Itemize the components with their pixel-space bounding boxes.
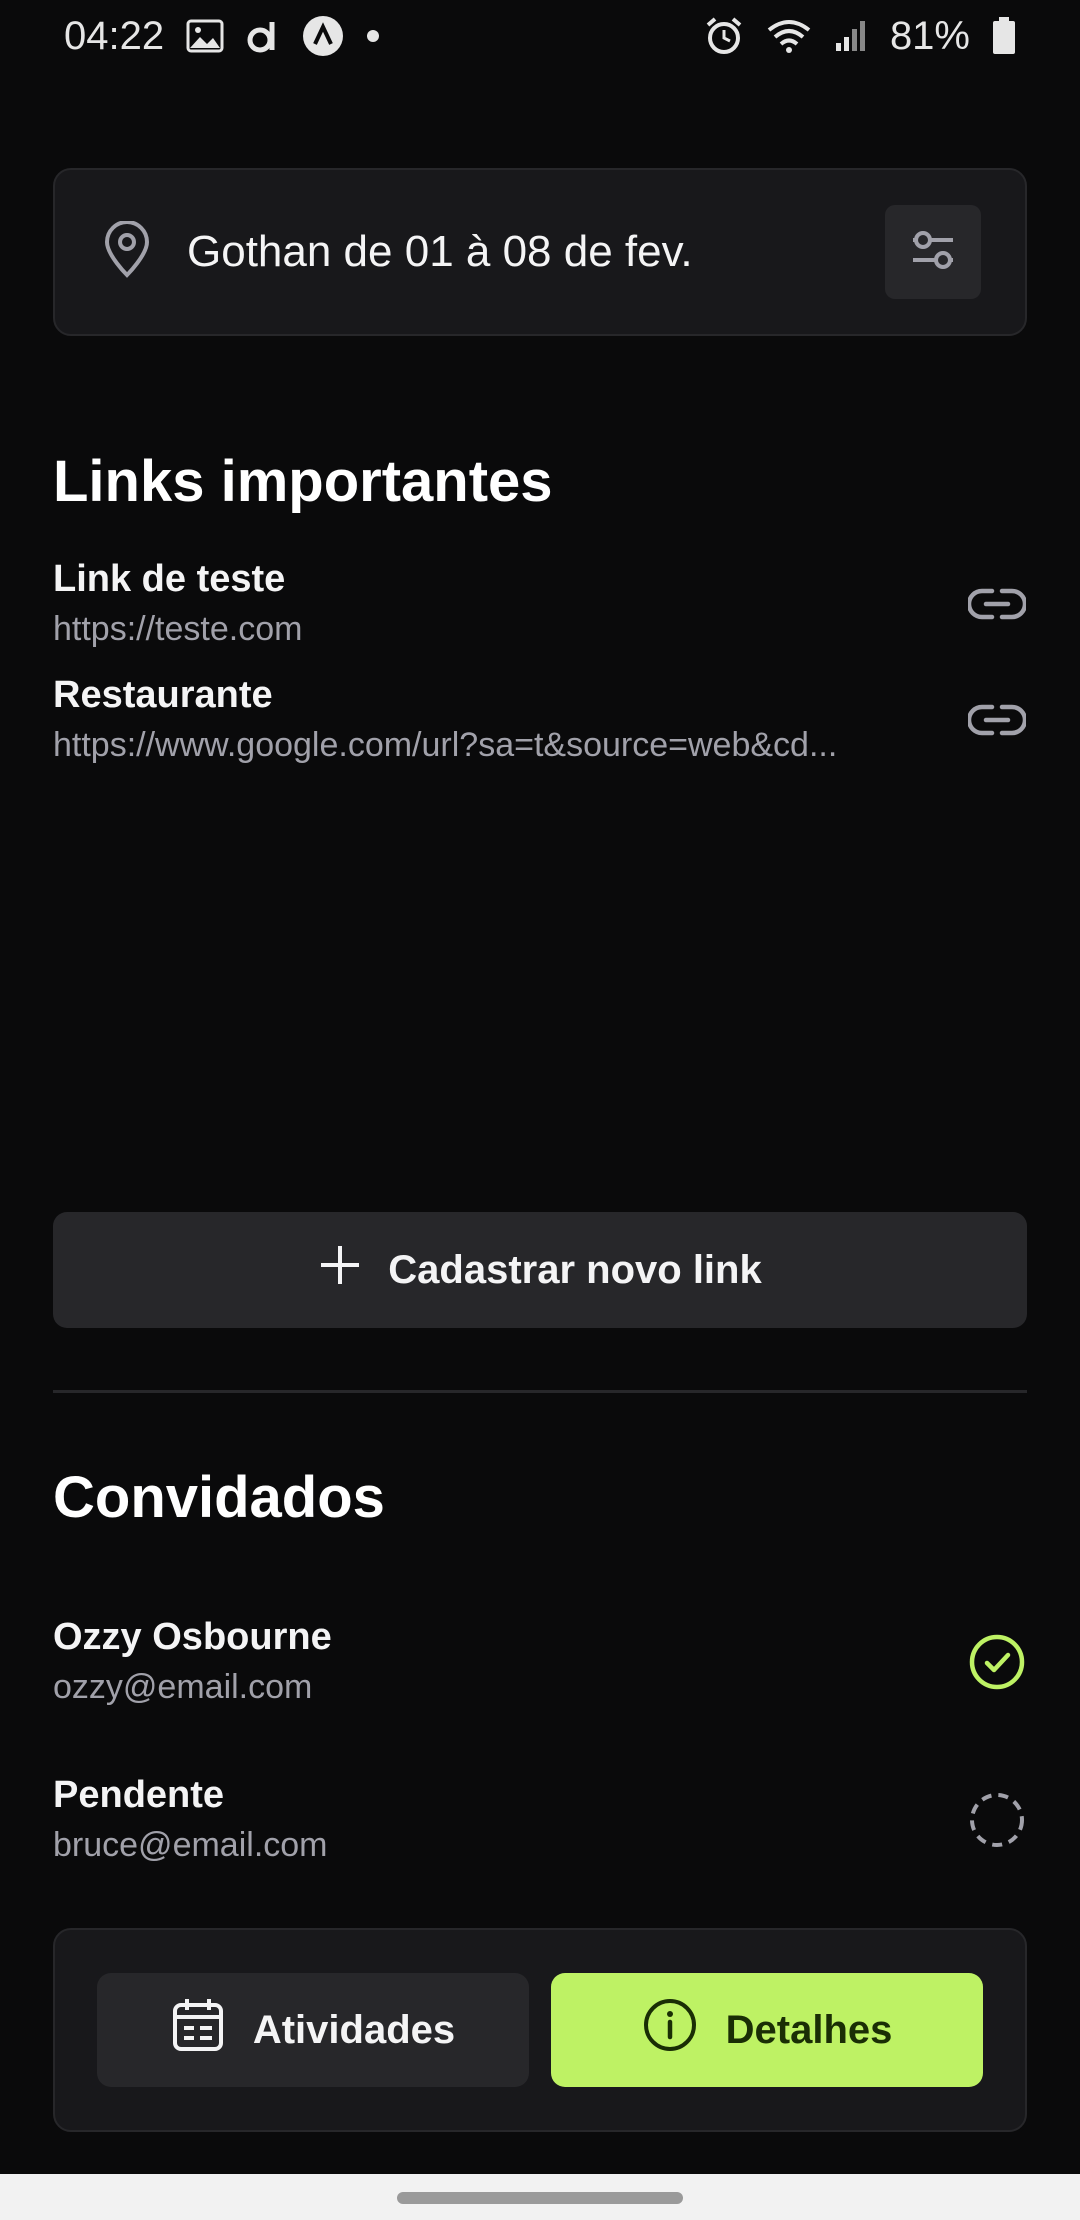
guest-name: Ozzy Osbourne	[53, 1616, 332, 1658]
alarm-icon	[704, 16, 744, 56]
guest-item[interactable]: Pendente bruce@email.com	[53, 1770, 1027, 1870]
link-item-text: Restaurante https://www.google.com/url?s…	[53, 670, 933, 770]
app-d-icon	[246, 18, 280, 54]
battery-icon	[992, 17, 1016, 55]
link-icon[interactable]	[967, 690, 1027, 750]
status-bar-right: 81%	[704, 14, 1016, 59]
link-title: Link de teste	[53, 558, 286, 600]
guest-name: Pendente	[53, 1774, 225, 1816]
battery-percent: 81%	[889, 13, 970, 58]
link-item[interactable]: Restaurante https://www.google.com/url?s…	[53, 670, 1027, 770]
details-label: Detalhes	[725, 2007, 893, 2052]
trip-settings-button[interactable]	[885, 205, 981, 299]
check-circle-icon	[967, 1632, 1027, 1692]
sliders-icon	[909, 228, 957, 277]
calendar-icon	[171, 1997, 225, 2063]
map-pin-icon	[101, 219, 153, 284]
activities-label: Atividades	[252, 2007, 456, 2052]
status-bar-left: 04:22	[64, 14, 380, 59]
guest-item-text: Ozzy Osbourne ozzy@email.com	[53, 1612, 933, 1712]
guest-item[interactable]: Ozzy Osbourne ozzy@email.com	[53, 1612, 1027, 1712]
dot-icon	[366, 29, 380, 43]
links-section-title: Links importantes	[53, 449, 553, 514]
status-time: 04:22	[64, 13, 165, 58]
link-item[interactable]: Link de teste https://teste.com	[53, 554, 1027, 654]
link-item-text: Link de teste https://teste.com	[53, 554, 933, 654]
link-url: https://www.google.com/url?sa=t&source=w…	[53, 726, 838, 764]
bottom-navigation: Atividades Detalhes	[53, 1928, 1027, 2132]
add-link-button[interactable]: Cadastrar novo link	[53, 1212, 1027, 1328]
guest-email: ozzy@email.com	[53, 1668, 313, 1706]
link-title: Restaurante	[53, 674, 273, 716]
section-divider	[53, 1390, 1027, 1393]
info-icon	[642, 1997, 698, 2063]
image-icon	[186, 19, 224, 53]
guest-item-text: Pendente bruce@email.com	[53, 1770, 933, 1870]
details-tab-button[interactable]: Detalhes	[551, 1973, 983, 2087]
wifi-icon	[766, 18, 812, 54]
guest-email: bruce@email.com	[53, 1826, 328, 1864]
pending-circle-icon	[967, 1790, 1027, 1850]
trip-details-screen: 04:22 81% Gothan de 01 à 08 de fev. Link…	[0, 0, 1080, 2220]
link-url: https://teste.com	[53, 610, 303, 648]
home-gesture-bar[interactable]	[397, 2192, 683, 2204]
status-bar: 04:22 81%	[0, 0, 1080, 72]
signal-icon	[834, 19, 868, 53]
trip-destination-text: Gothan de 01 à 08 de fev.	[187, 227, 693, 276]
app-a-icon	[302, 15, 344, 57]
plus-icon	[318, 1243, 362, 1297]
link-icon[interactable]	[967, 574, 1027, 634]
add-link-label: Cadastrar novo link	[388, 1247, 762, 1292]
activities-tab-button[interactable]: Atividades	[97, 1973, 529, 2087]
guests-section-title: Convidados	[53, 1465, 385, 1530]
trip-header-card: Gothan de 01 à 08 de fev.	[53, 168, 1027, 336]
